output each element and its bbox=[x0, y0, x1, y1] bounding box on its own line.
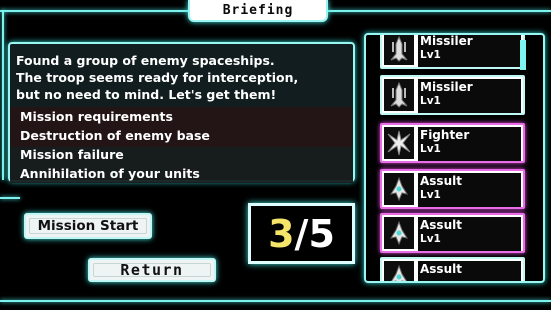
mission-start-label: Mission Start bbox=[37, 218, 139, 234]
unit-level: Lv1 bbox=[420, 49, 441, 61]
unit-name-box: Missiler Lv1 bbox=[418, 79, 521, 113]
unit-level: Lv1 bbox=[420, 143, 441, 155]
description-line: but no need to mind. Let's get them! bbox=[16, 87, 277, 102]
unit-name: Assult bbox=[420, 262, 462, 276]
unit-count-max: 5 bbox=[308, 211, 335, 256]
page-title: Briefing bbox=[222, 2, 294, 18]
briefing-title-tab: Briefing bbox=[188, 0, 328, 22]
return-button[interactable]: Return bbox=[88, 258, 216, 282]
unit-card-assult[interactable]: Assult bbox=[380, 257, 525, 281]
unit-card-fighter[interactable]: Fighter Lv1 bbox=[380, 123, 525, 163]
assult-ship-icon bbox=[384, 217, 414, 249]
assult-ship-icon bbox=[384, 173, 414, 205]
missiler-ship-icon bbox=[384, 35, 414, 65]
unit-name: Missiler bbox=[420, 34, 473, 48]
missiler-ship-icon bbox=[384, 79, 414, 111]
unit-count-display: 3 / 5 bbox=[248, 203, 355, 264]
unit-card-missiler[interactable]: Missiler Lv1 bbox=[380, 75, 525, 115]
description-line: Found a group of enemy spaceships. bbox=[16, 53, 275, 68]
unit-name: Assult bbox=[420, 218, 462, 232]
frame-line-left bbox=[2, 10, 4, 180]
unit-count-separator: / bbox=[294, 211, 309, 256]
unit-name-box: Assult bbox=[418, 261, 521, 281]
frame-line-bottom bbox=[0, 300, 551, 302]
unit-level: Lv1 bbox=[420, 233, 441, 245]
unit-name-box: Assult Lv1 bbox=[418, 217, 521, 251]
unit-count-current: 3 bbox=[268, 211, 295, 256]
unit-list[interactable]: Missiler Lv1 Missiler Lv1 Fighter Lv1 As… bbox=[364, 33, 545, 283]
mission-start-button[interactable]: Mission Start bbox=[24, 213, 152, 239]
briefing-description: Found a group of enemy spaceships. The t… bbox=[16, 52, 349, 103]
unit-name: Missiler bbox=[420, 80, 473, 94]
unit-name-box: Assult Lv1 bbox=[418, 173, 521, 207]
briefing-panel: Found a group of enemy spaceships. The t… bbox=[8, 42, 355, 183]
unit-list-scroll-handle[interactable] bbox=[520, 40, 526, 70]
return-label: Return bbox=[120, 261, 184, 279]
requirement-item: Destruction of enemy base bbox=[20, 128, 210, 143]
mission-requirements: Mission requirements Destruction of enem… bbox=[20, 107, 210, 183]
frame-line-mid bbox=[0, 197, 20, 199]
unit-card-missiler[interactable]: Missiler Lv1 bbox=[380, 34, 525, 69]
unit-name-box: Fighter Lv1 bbox=[418, 127, 521, 161]
requirements-heading: Mission requirements bbox=[20, 109, 173, 124]
fighter-ship-icon bbox=[384, 127, 414, 159]
assult-ship-icon bbox=[384, 261, 414, 281]
unit-name-box: Missiler Lv1 bbox=[418, 34, 521, 67]
unit-name: Fighter bbox=[420, 128, 470, 142]
unit-card-assult[interactable]: Assult Lv1 bbox=[380, 213, 525, 253]
frame-line-top-left bbox=[0, 10, 190, 12]
frame-line-top-right bbox=[326, 10, 551, 12]
failure-heading: Mission failure bbox=[20, 147, 124, 162]
unit-card-assult[interactable]: Assult Lv1 bbox=[380, 169, 525, 209]
unit-name: Assult bbox=[420, 174, 462, 188]
unit-level: Lv1 bbox=[420, 95, 441, 107]
failure-item: Annihilation of your units bbox=[20, 166, 200, 181]
unit-level: Lv1 bbox=[420, 189, 441, 201]
description-line: The troop seems ready for interception, bbox=[16, 70, 299, 85]
